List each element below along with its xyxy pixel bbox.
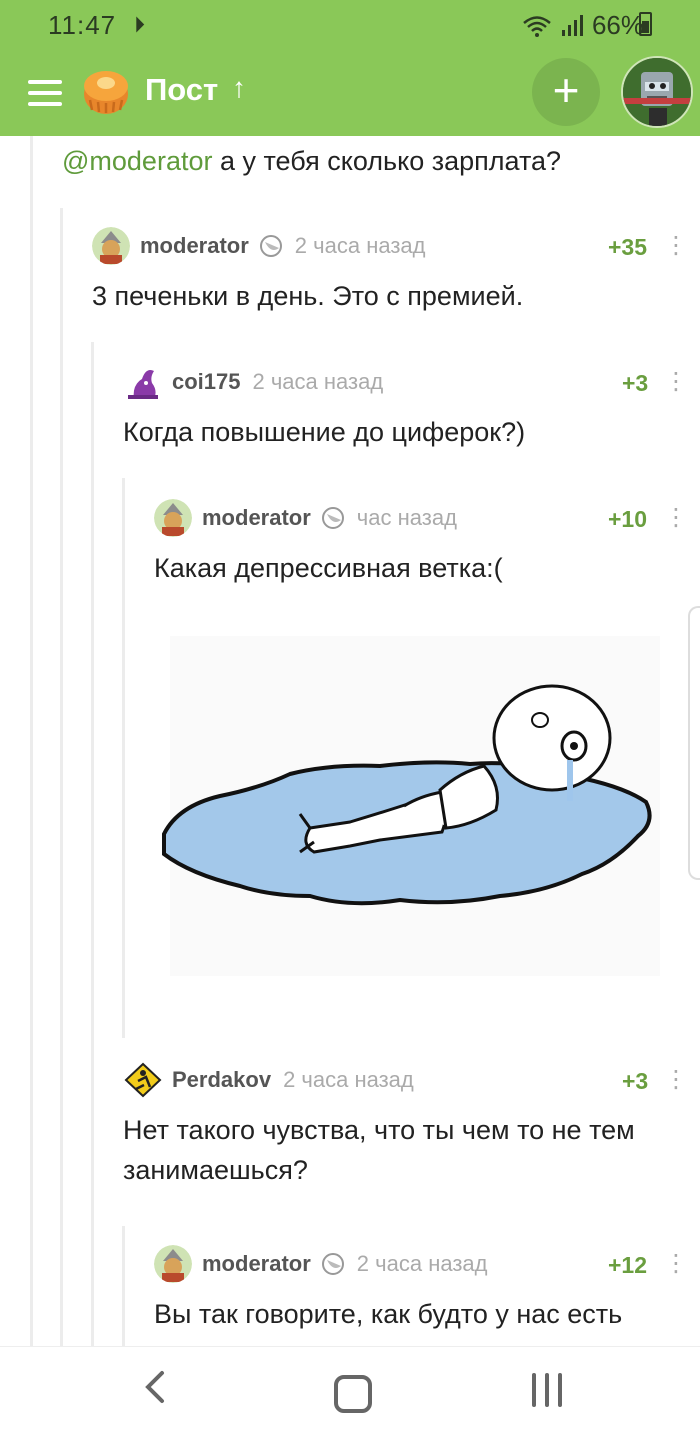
avatar[interactable] (124, 363, 162, 401)
more-vertical-icon[interactable]: ⋮ (664, 231, 688, 260)
more-vertical-icon[interactable]: ⋮ (664, 367, 688, 396)
thread-line (30, 136, 33, 1346)
comments-area: @moderator а у тебя сколько зарплата? mo… (0, 136, 700, 1346)
signal-icon (561, 14, 583, 36)
comment-time: час назад (356, 505, 457, 530)
comment-time: 2 часа назад (356, 1251, 488, 1276)
up-arrow-icon[interactable]: ↑ (232, 72, 246, 104)
comment-rating[interactable]: +12 (608, 1252, 647, 1279)
avatar[interactable] (124, 1061, 162, 1099)
more-vertical-icon[interactable]: ⋮ (664, 1065, 688, 1094)
battery-percent: 66% (591, 10, 644, 40)
user-avatar[interactable] (621, 56, 693, 128)
comment-rating[interactable]: +3 (622, 1068, 648, 1095)
system-nav-bar (0, 1346, 700, 1439)
app-bar: Пост ↑ + (0, 50, 700, 136)
comment-rating[interactable]: +10 (608, 506, 647, 533)
back-icon[interactable] (140, 1367, 170, 1407)
avatar[interactable] (92, 227, 130, 265)
thread-line (122, 1226, 125, 1346)
page-title: Пост (145, 72, 219, 107)
comment-text: 3 печеньки в день. Это с премией. (92, 281, 524, 311)
more-vertical-icon[interactable]: ⋮ (664, 503, 688, 532)
comment-header: moderator 2 часа назад (154, 1242, 488, 1286)
notification-icon: ⏵ (134, 12, 146, 37)
avatar[interactable] (154, 1245, 192, 1283)
comment-text: Вы так говорите, как будто у нас есть (154, 1299, 623, 1329)
add-post-button[interactable]: + (532, 58, 600, 126)
status-right: 66% (522, 10, 644, 41)
comment-image[interactable] (150, 596, 680, 1006)
battery-icon (639, 12, 652, 36)
comment-author[interactable]: moderator (202, 505, 311, 531)
comment-text: Какая депрессивная ветка:( (154, 553, 503, 583)
comment-time: 2 часа назад (283, 1067, 414, 1092)
status-time: 11:47 (48, 10, 117, 40)
hamburger-icon[interactable] (28, 80, 62, 106)
comment-time: 2 часа назад (294, 233, 426, 258)
comment-author[interactable]: Perdakov (172, 1067, 271, 1093)
logo-icon[interactable] (80, 64, 132, 116)
comment-header: coi175 2 часа назад (124, 360, 383, 404)
comment-header: moderator час назад (154, 496, 457, 540)
comment-text: Нет такого чувства, что ты чем то не тем… (123, 1115, 635, 1185)
comment-header: Perdakov 2 часа назад (124, 1058, 414, 1102)
moderator-badge-icon (259, 235, 282, 257)
comment-author[interactable]: coi175 (172, 369, 241, 395)
status-bar: 11:47 ⏵ 66% (0, 0, 700, 50)
thread-line (60, 208, 63, 1346)
moderator-badge-icon (321, 507, 344, 529)
comment-text: Когда повышение до циферок?) (123, 417, 526, 447)
moderator-badge-icon (321, 1253, 344, 1275)
thread-line (91, 342, 94, 1346)
recent-apps-icon[interactable] (530, 1373, 564, 1409)
comment-header: moderator 2 часа назад (92, 224, 426, 268)
comment-rating[interactable]: +3 (622, 370, 648, 397)
comment-author[interactable]: moderator (202, 1251, 311, 1277)
thread-line (122, 478, 125, 1038)
comment-rating[interactable]: +35 (608, 234, 647, 261)
comment-author[interactable]: moderator (140, 233, 249, 259)
avatar[interactable] (154, 499, 192, 537)
wifi-icon (523, 15, 551, 37)
home-icon[interactable] (334, 1375, 372, 1413)
scroll-handle[interactable] (688, 606, 700, 880)
comment-time: 2 часа назад (252, 369, 384, 394)
comment-text: @moderator а у тебя сколько зарплата? (62, 146, 562, 176)
mention-link[interactable]: @moderator (62, 146, 212, 176)
more-vertical-icon[interactable]: ⋮ (664, 1249, 688, 1278)
